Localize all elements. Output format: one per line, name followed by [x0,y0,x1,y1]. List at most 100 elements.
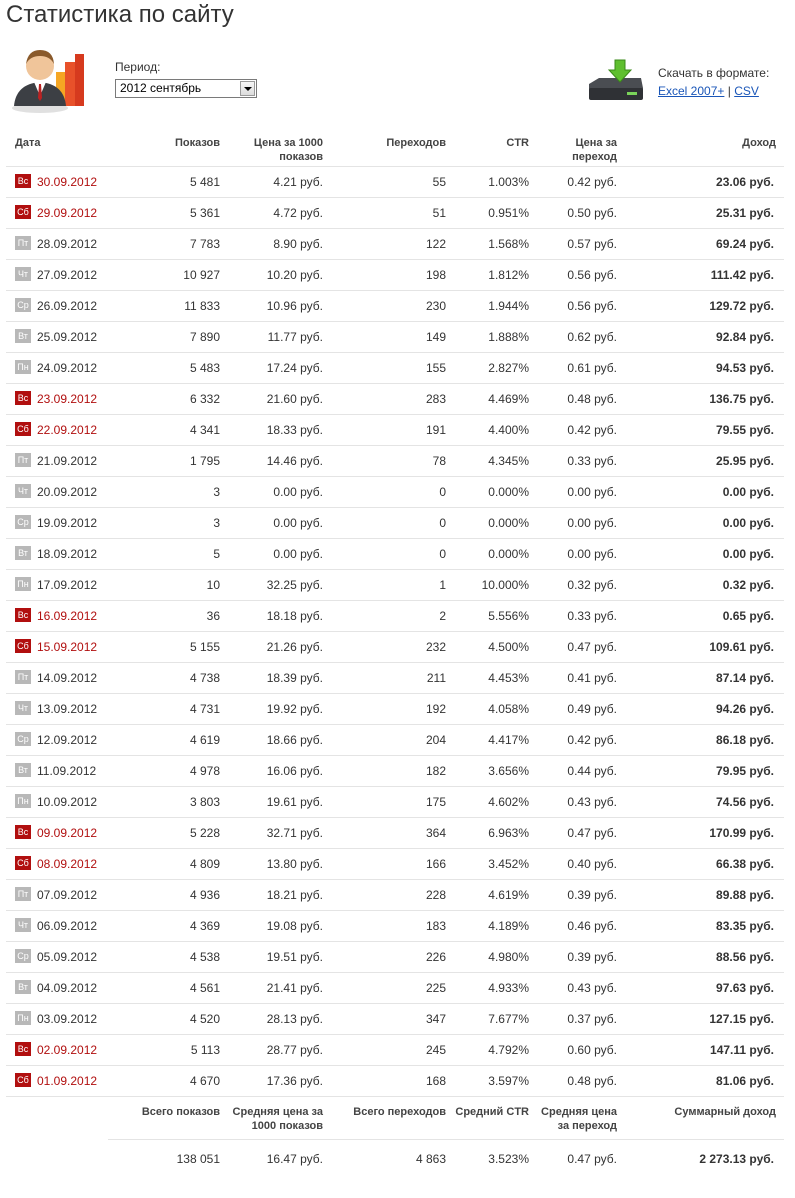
cell-ctr: 4.417% [454,723,537,755]
cell-cpm: 18.18 руб. [228,599,331,631]
day-of-week-badge: Пт [15,452,31,467]
table-row: Сб 08.09.2012 4 809 13.80 руб. 166 3.452% 0.40… [6,847,784,879]
cell-date: Чт 06.09.2012 [6,909,108,941]
table-row: Пн 03.09.2012 4 520 28.13 руб. 347 7.677% 0.37… [6,1002,784,1034]
cell-date: Пт 07.09.2012 [6,878,108,910]
date-text: 20.09.2012 [37,484,98,499]
cell-cpm: 13.80 руб. [228,847,331,879]
header-views: Показов [174,137,220,149]
cell-income: 74.56 руб. [625,785,784,817]
cell-date: Вт 25.09.2012 [6,320,108,352]
cell-cpm: 21.26 руб. [228,630,331,662]
cell-cpm: 8.90 руб. [228,227,331,259]
cell-clicks: 168 [331,1064,454,1096]
cell-date: Сб 15.09.2012 [6,630,108,662]
cell-income: 109.61 руб. [625,630,784,662]
cell-cpc: 0.48 руб. [537,382,625,414]
table-row: Ср 26.09.2012 11 833 10.96 руб. 230 1.944% 0.5… [6,289,784,321]
cell-ctr: 4.453% [454,661,537,693]
cell-cpc: 0.56 руб. [537,289,625,321]
table-row: Чт 27.09.2012 10 927 10.20 руб. 198 1.812% 0.5… [6,258,784,290]
cell-cpc: 0.56 руб. [537,258,625,290]
cell-cpm: 32.25 руб. [228,568,331,600]
cell-cpc: 0.47 руб. [537,630,625,662]
cell-date: Пт 14.09.2012 [6,661,108,693]
cell-date: Ср 05.09.2012 [6,940,108,972]
period-label: Период: [115,60,161,74]
cell-ctr: 5.556% [454,599,537,631]
period-select[interactable]: 2012 сентябрь [115,79,257,98]
date-text: 09.09.2012 [37,825,98,840]
table-row: Пт 28.09.2012 7 783 8.90 руб. 122 1.568% 0.57 … [6,227,784,259]
cell-cpm: 4.21 руб. [228,165,331,197]
page-title: Статистика по сайту [6,1,234,28]
day-of-week-badge: Чт [15,483,31,498]
cell-clicks: 364 [331,816,454,848]
header-ctr: CTR [506,137,529,149]
day-of-week-badge: Пн [15,576,31,591]
cell-views: 4 670 [108,1064,228,1096]
cell-cpm: 18.21 руб. [228,878,331,910]
header-cpc: Цена за переход [572,137,617,163]
cell-clicks: 0 [331,506,454,538]
cell-cpc: 0.00 руб. [537,537,625,569]
cell-income: 111.42 руб. [625,258,784,290]
date-text: 16.09.2012 [37,608,98,623]
date-text: 11.09.2012 [37,763,97,778]
date-text: 02.09.2012 [37,1042,98,1057]
cell-views: 3 [108,506,228,538]
cell-ctr: 4.400% [454,413,537,445]
cell-cpm: 0.00 руб. [228,506,331,538]
table-row: Вс 09.09.2012 5 228 32.71 руб. 364 6.963% 0.47… [6,816,784,848]
cell-income: 81.06 руб. [625,1064,784,1096]
date-text: 29.09.2012 [37,205,98,220]
cell-cpm: 19.92 руб. [228,692,331,724]
totals-row: 138 051 16.47 руб. 4 863 3.523% 0.47 руб… [6,1138,784,1179]
day-of-week-badge: Пт [15,235,31,250]
cell-date: Вс 09.09.2012 [6,816,108,848]
cell-cpc: 0.62 руб. [537,320,625,352]
cell-clicks: 245 [331,1033,454,1065]
cell-views: 1 795 [108,444,228,476]
day-of-week-badge: Вт [15,979,31,994]
cell-ctr: 3.452% [454,847,537,879]
cell-cpm: 19.61 руб. [228,785,331,817]
cell-ctr: 4.058% [454,692,537,724]
cell-income: 0.32 руб. [625,568,784,600]
cell-cpc: 0.49 руб. [537,692,625,724]
day-of-week-badge: Вт [15,545,31,560]
date-text: 05.09.2012 [37,949,98,964]
header-date: Дата [15,137,41,149]
date-text: 19.09.2012 [37,515,98,530]
totals-ctr: 3.523% [454,1138,537,1179]
excel-download-link[interactable]: Excel 2007+ [658,84,724,98]
chevron-down-icon[interactable] [240,81,255,96]
cell-date: Сб 29.09.2012 [6,196,108,228]
date-text: 24.09.2012 [37,360,98,375]
cell-date: Пн 17.09.2012 [6,568,108,600]
cell-ctr: 3.597% [454,1064,537,1096]
cell-views: 4 731 [108,692,228,724]
cell-income: 147.11 руб. [625,1033,784,1065]
table-row: Вс 16.09.2012 36 18.18 руб. 2 5.556% 0.33 руб.… [6,599,784,631]
cell-ctr: 4.980% [454,940,537,972]
cell-income: 79.55 руб. [625,413,784,445]
cell-cpm: 17.36 руб. [228,1064,331,1096]
day-of-week-badge: Пн [15,1010,31,1025]
cell-ctr: 4.792% [454,1033,537,1065]
cell-cpc: 0.50 руб. [537,196,625,228]
cell-date: Пт 28.09.2012 [6,227,108,259]
cell-clicks: 2 [331,599,454,631]
cell-clicks: 192 [331,692,454,724]
cell-date: Сб 08.09.2012 [6,847,108,879]
cell-cpc: 0.44 руб. [537,754,625,786]
cell-clicks: 230 [331,289,454,321]
table-row: Вт 25.09.2012 7 890 11.77 руб. 149 1.888% 0.62… [6,320,784,352]
table-row: Ср 05.09.2012 4 538 19.51 руб. 226 4.980% 0.39… [6,940,784,972]
csv-download-link[interactable]: CSV [734,84,759,98]
date-text: 10.09.2012 [37,794,98,809]
day-of-week-badge: Пт [15,886,31,901]
cell-cpm: 14.46 руб. [228,444,331,476]
cell-ctr: 3.656% [454,754,537,786]
day-of-week-badge: Вс [15,390,31,405]
